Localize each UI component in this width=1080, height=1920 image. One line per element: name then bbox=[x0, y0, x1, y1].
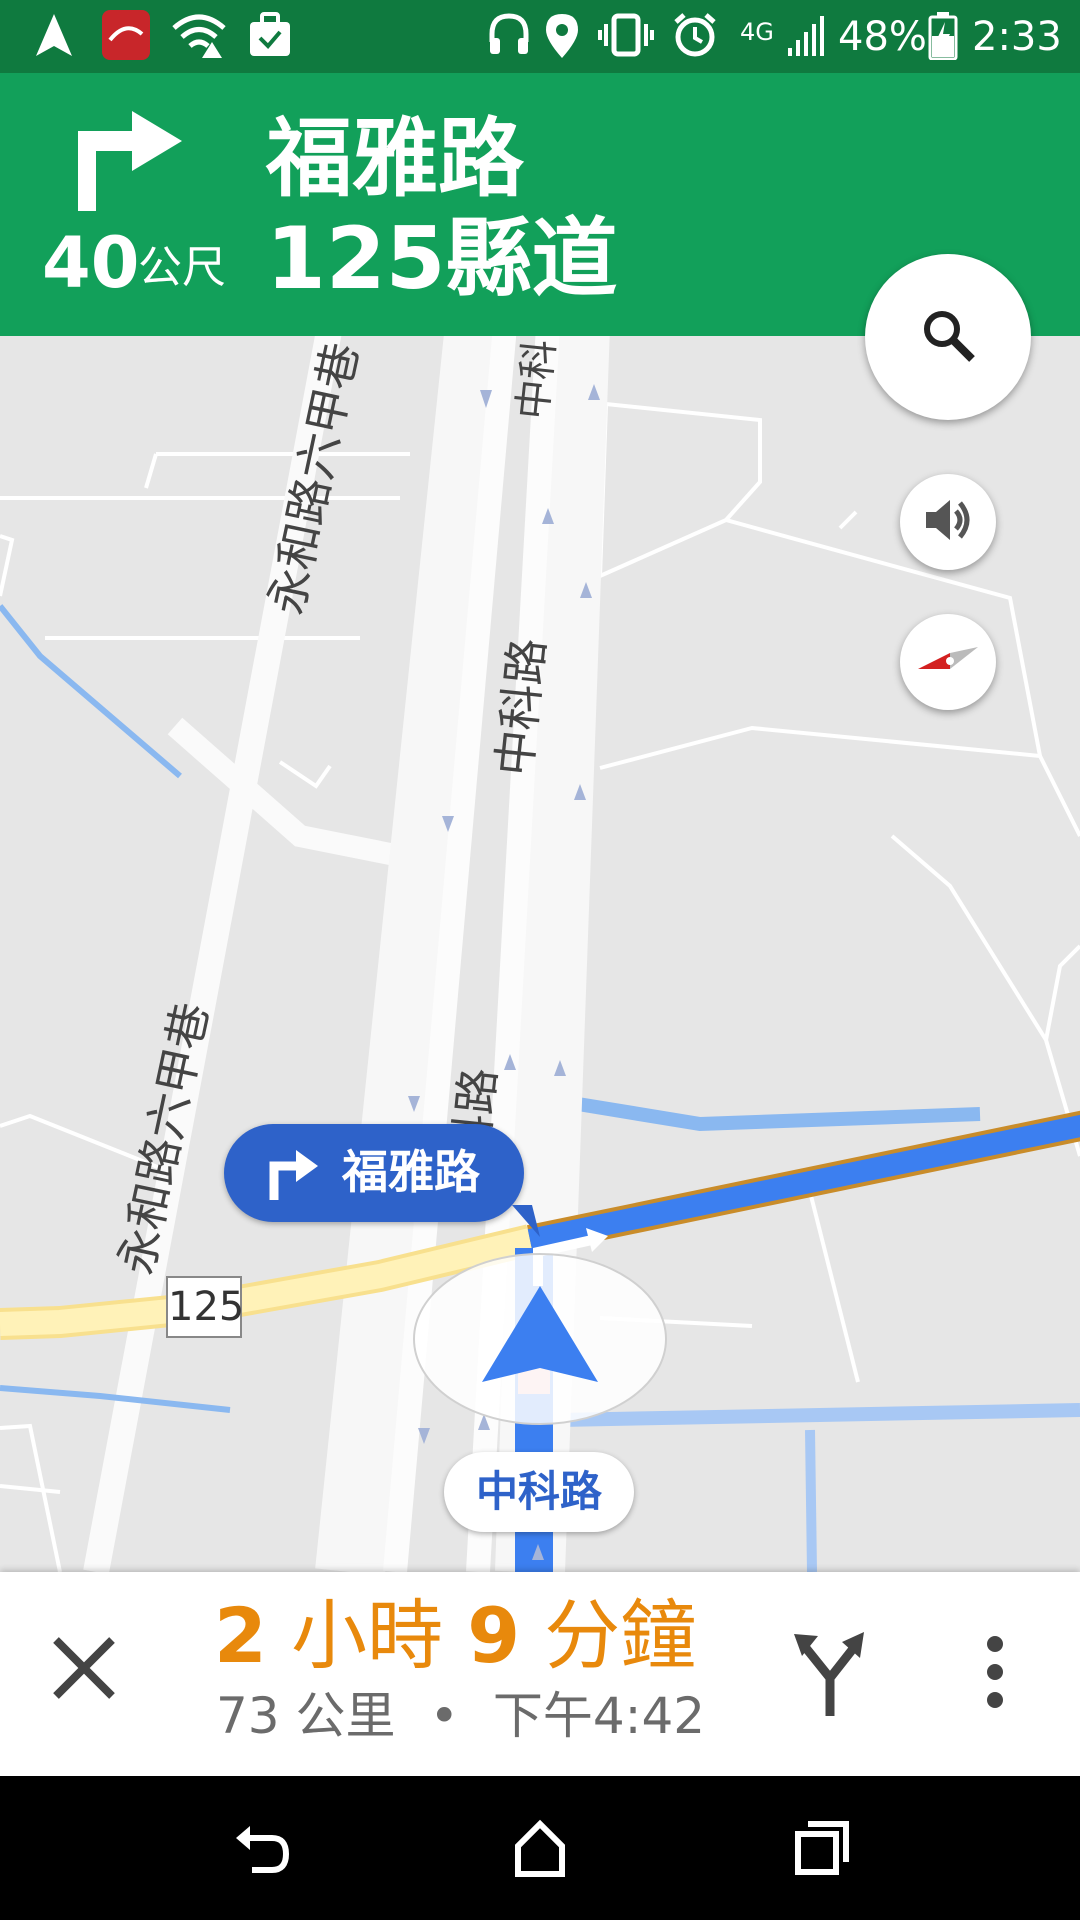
duration-hours: 2 bbox=[214, 1591, 267, 1680]
more-vert-icon bbox=[987, 1636, 1003, 1708]
clock-time: 2:33 bbox=[972, 14, 1062, 60]
current-location-marker bbox=[412, 1252, 668, 1426]
location-icon bbox=[544, 12, 580, 62]
trip-separator: • bbox=[429, 1687, 459, 1745]
distance-unit: 公尺 bbox=[138, 242, 226, 293]
work-briefcase-icon bbox=[248, 12, 292, 62]
recents-icon bbox=[795, 1821, 849, 1875]
wifi-warning-icon bbox=[172, 12, 226, 62]
turn-right-icon bbox=[268, 1146, 320, 1206]
network-type: 4G bbox=[740, 18, 774, 46]
status-bar: 4G 48% 2:33 bbox=[0, 0, 1080, 73]
vibrate-icon bbox=[598, 12, 654, 62]
callout-pointer bbox=[512, 1205, 540, 1237]
battery-charging-icon bbox=[928, 12, 958, 64]
current-road-label: 中科路 bbox=[444, 1452, 634, 1532]
arrival-time: 下午4:42 bbox=[492, 1687, 706, 1745]
compass-icon bbox=[916, 643, 980, 681]
street-label-zhongke-top: 中科 bbox=[509, 337, 565, 422]
trip-summary-panel[interactable]: 2 小時 9 分鐘 73 公里 • 下午4:42 bbox=[0, 1572, 1080, 1776]
sound-button[interactable] bbox=[900, 474, 996, 570]
system-navigation-bar bbox=[0, 1776, 1080, 1920]
close-icon bbox=[53, 1637, 115, 1699]
recents-button[interactable] bbox=[792, 1818, 852, 1878]
next-street-name: 福雅路 bbox=[266, 109, 524, 209]
next-road-name: 125縣道 bbox=[266, 209, 618, 309]
home-button[interactable] bbox=[510, 1818, 570, 1878]
home-icon bbox=[515, 1819, 565, 1877]
trip-details: 73 公里 • 下午4:42 bbox=[216, 1686, 705, 1746]
distance-value: 40 bbox=[42, 222, 140, 304]
volume-icon bbox=[922, 497, 974, 547]
compass-button[interactable] bbox=[900, 614, 996, 710]
back-button[interactable] bbox=[232, 1818, 292, 1878]
close-navigation-button[interactable] bbox=[44, 1628, 124, 1708]
duration-minutes: 9 bbox=[467, 1591, 521, 1680]
navigation-arrow-icon bbox=[34, 12, 74, 62]
alternate-routes-button[interactable] bbox=[790, 1628, 870, 1718]
search-icon bbox=[920, 307, 976, 367]
back-icon bbox=[236, 1826, 290, 1873]
alternate-routes-icon bbox=[794, 1632, 864, 1716]
turn-right-arrow-icon bbox=[76, 103, 184, 217]
signal-icon bbox=[786, 12, 826, 62]
app-notification-icon bbox=[102, 10, 150, 64]
more-options-button[interactable] bbox=[970, 1628, 1020, 1718]
alarm-icon bbox=[672, 12, 718, 62]
turn-callout-label: 福雅路 bbox=[342, 1145, 480, 1199]
battery-percent: 48% bbox=[838, 14, 927, 60]
turn-callout[interactable]: 福雅路 bbox=[224, 1124, 524, 1222]
trip-duration: 2 小時 9 分鐘 bbox=[214, 1592, 696, 1680]
route-shield-125: 125 bbox=[166, 1276, 244, 1338]
headphones-icon bbox=[488, 12, 530, 62]
duration-minutes-unit: 分鐘 bbox=[544, 1591, 697, 1680]
trip-distance: 73 公里 bbox=[216, 1687, 396, 1745]
duration-hours-unit: 小時 bbox=[291, 1591, 444, 1680]
search-button[interactable] bbox=[865, 254, 1031, 420]
